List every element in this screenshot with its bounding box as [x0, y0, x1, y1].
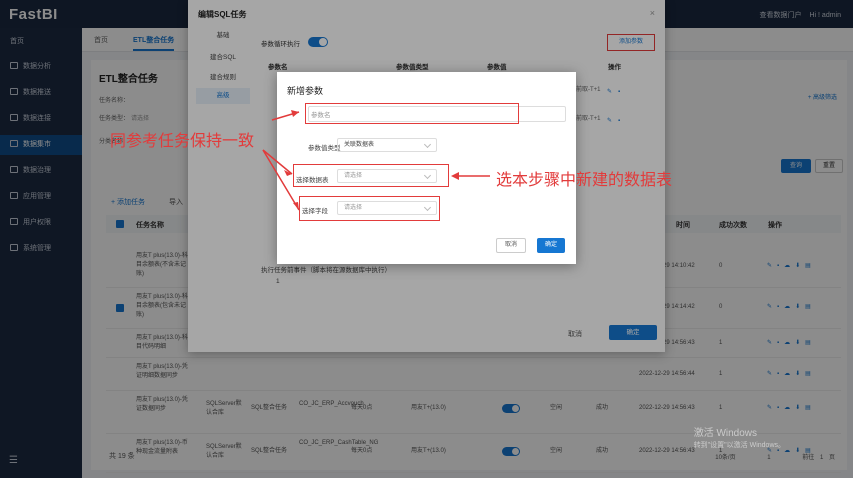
- arrow-head: [451, 172, 459, 180]
- arrow-line: [262, 149, 293, 175]
- watermark-line-1: 激活 Windows: [693, 428, 758, 439]
- annotation-left: 同参考任务保持一致: [110, 131, 255, 150]
- app-root: FastBI 查看数据门户 Hi ! admin 首页 数据分析 数据推送 数据…: [0, 0, 853, 478]
- arrow-line: [262, 149, 300, 211]
- arrow-head: [291, 110, 299, 117]
- windows-activation-watermark: 激活 Windows 转到"设置"以激活 Windows。: [694, 428, 785, 452]
- annotation-right: 选本步骤中新建的数据表: [496, 170, 673, 189]
- arrow-head: [293, 202, 299, 210]
- annotation-arrows: [262, 110, 490, 211]
- watermark-line-2: 转到"设置"以激活 Windows。: [693, 442, 785, 449]
